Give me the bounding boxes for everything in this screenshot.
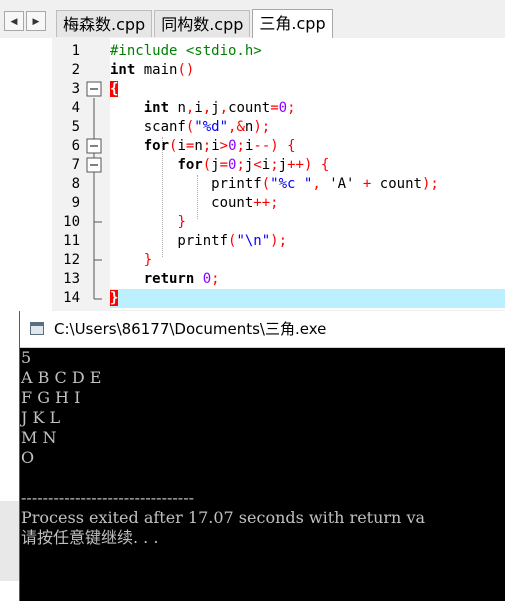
console-line: 5 bbox=[21, 348, 32, 367]
tab-prev-button[interactable]: ◀ bbox=[4, 11, 24, 31]
code-line-9: count++; bbox=[110, 195, 279, 211]
line-number: 11 bbox=[63, 233, 80, 249]
console-window[interactable]: C:\Users\86177\Documents\三角.exe 5 A B C … bbox=[19, 311, 505, 601]
code-line-2: int main() bbox=[110, 62, 195, 78]
code-line-4: int n,i,j,count=0; bbox=[143, 100, 296, 116]
tab-next-button[interactable]: ▶ bbox=[26, 11, 46, 31]
console-separator: -------------------------------- bbox=[21, 488, 194, 507]
console-title: C:\Users\86177\Documents\三角.exe bbox=[54, 320, 327, 338]
tab-bar: ◀ ▶ 梅森数.cpp 同构数.cpp 三角.cpp bbox=[0, 0, 505, 39]
fold-collapse-icon[interactable] bbox=[86, 157, 102, 173]
code-area[interactable]: #include <stdio.h> int main() { int n,i,… bbox=[110, 38, 505, 310]
panel-strip bbox=[0, 501, 20, 581]
code-line-7: for(j=0;j<i;j++) { bbox=[177, 157, 330, 173]
line-number: 14 bbox=[63, 290, 80, 306]
code-line-1: #include <stdio.h> bbox=[110, 43, 262, 59]
console-output[interactable]: 5 A B C D E F G H I J K L M N O --------… bbox=[20, 348, 505, 601]
line-number: 1 bbox=[71, 43, 80, 59]
fold-collapse-icon[interactable] bbox=[86, 138, 102, 154]
code-line-5: scanf("%d",&n); bbox=[110, 119, 271, 135]
right-arrow-icon: ▶ bbox=[32, 16, 40, 26]
console-press-key-prompt: 请按任意键继续. . . bbox=[21, 528, 159, 547]
console-exit-message: Process exited after 17.07 seconds with … bbox=[21, 508, 426, 527]
line-number: 2 bbox=[71, 62, 80, 78]
code-line-8: printf("%c ", 'A' + count); bbox=[110, 176, 439, 192]
fold-markers bbox=[86, 81, 102, 300]
tab-automorphic-cpp[interactable]: 同构数.cpp bbox=[154, 10, 251, 37]
code-line-6: for(i=n;i>0;i--) { bbox=[143, 138, 296, 154]
code-line-3: { bbox=[110, 81, 119, 97]
line-number: 10 bbox=[63, 214, 80, 230]
fold-collapse-icon[interactable] bbox=[86, 81, 102, 97]
line-number: 3 bbox=[71, 81, 80, 97]
console-line: F G H I bbox=[21, 388, 81, 407]
line-number: 4 bbox=[71, 100, 80, 116]
editor-gutter: 1 2 3 4 5 6 7 8 9 10 11 12 13 14 bbox=[52, 38, 110, 310]
console-line: O bbox=[21, 448, 35, 467]
tab-triangle-cpp[interactable]: 三角.cpp bbox=[252, 9, 333, 38]
code-line-12: } bbox=[143, 252, 153, 268]
line-number: 5 bbox=[71, 119, 80, 135]
line-number: 13 bbox=[63, 271, 80, 287]
line-number: 8 bbox=[71, 176, 80, 192]
code-line-13: return 0; bbox=[143, 271, 220, 287]
code-line-11: printf("\n"); bbox=[110, 233, 288, 249]
console-app-icon bbox=[30, 322, 44, 335]
code-line-10: } bbox=[177, 214, 186, 230]
console-line: A B C D E bbox=[21, 368, 102, 387]
line-number: 9 bbox=[71, 195, 80, 211]
line-number: 7 bbox=[71, 157, 80, 173]
tab-mersenne-cpp[interactable]: 梅森数.cpp bbox=[56, 10, 153, 37]
code-line-14-current: } bbox=[110, 289, 505, 308]
line-number: 6 bbox=[71, 138, 80, 154]
console-line: J K L bbox=[21, 408, 61, 427]
line-number: 12 bbox=[63, 252, 80, 268]
left-arrow-icon: ◀ bbox=[10, 16, 18, 26]
console-line: M N bbox=[21, 428, 57, 447]
console-titlebar[interactable]: C:\Users\86177\Documents\三角.exe bbox=[20, 311, 505, 348]
code-editor[interactable]: 1 2 3 4 5 6 7 8 9 10 11 12 13 14 #includ… bbox=[52, 38, 505, 310]
